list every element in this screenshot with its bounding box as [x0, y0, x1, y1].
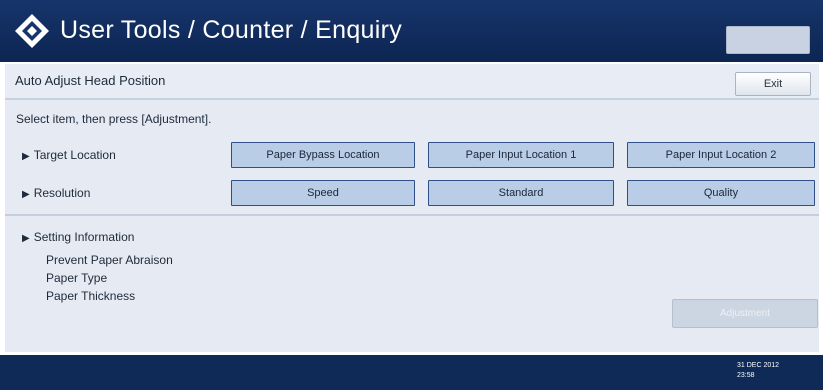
target-location-label: ▶ Target Location	[22, 148, 116, 162]
resolution-label: ▶ Resolution	[22, 186, 91, 200]
option-paper-bypass-location[interactable]: Paper Bypass Location	[231, 142, 415, 168]
triangle-right-icon: ▶	[22, 189, 30, 200]
setting-item-prevent-paper-abrasion: Prevent Paper Abraison	[46, 253, 173, 267]
adjustment-button[interactable]: Adjustment	[672, 299, 818, 328]
option-speed[interactable]: Speed	[231, 180, 415, 206]
footer-time: 23:58	[737, 372, 755, 379]
section-divider	[5, 214, 819, 216]
diamond-logo-icon	[15, 14, 49, 48]
function-title: Auto Adjust Head Position	[15, 73, 166, 88]
footer-date: 31 DEC 2012	[737, 362, 780, 369]
option-quality[interactable]: Quality	[627, 180, 815, 206]
instruction-text: Select item, then press [Adjustment].	[16, 112, 212, 126]
date-time-display: 31 DEC 2012 23:58	[737, 361, 779, 381]
triangle-right-icon: ▶	[22, 151, 30, 162]
page-title: User Tools / Counter / Enquiry	[60, 16, 403, 44]
option-standard[interactable]: Standard	[428, 180, 614, 206]
setting-item-paper-thickness: Paper Thickness	[46, 289, 136, 303]
exit-button[interactable]: Exit	[735, 72, 811, 96]
setting-item-paper-type: Paper Type	[46, 271, 108, 285]
setting-information-heading: ▶ Setting Information	[22, 230, 135, 244]
option-paper-input-location-1[interactable]: Paper Input Location 1	[428, 142, 614, 168]
triangle-right-icon: ▶	[22, 233, 30, 244]
option-paper-input-location-2[interactable]: Paper Input Location 2	[627, 142, 815, 168]
footer-bar	[0, 355, 823, 390]
header-disabled-button[interactable]	[726, 26, 810, 54]
